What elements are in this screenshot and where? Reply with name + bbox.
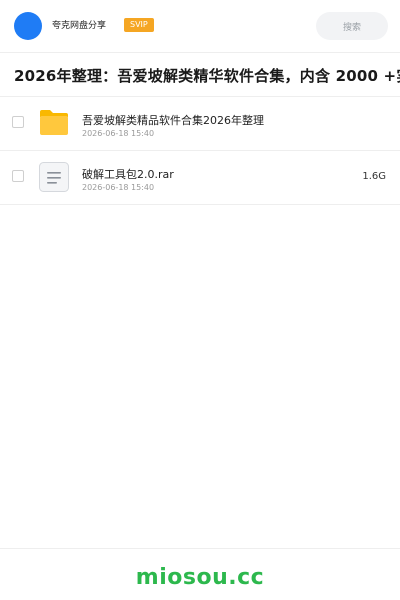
- share-page: 夸克网盘分享 SVIP 搜索 2026年整理：吾爱坡解类精华软件合集，内含 20…: [0, 0, 400, 600]
- file-row-archive[interactable]: 破解工具包2.0.rar 2026-06-18 15:40 1.6G: [0, 151, 400, 205]
- file-checkbox[interactable]: [12, 116, 24, 128]
- file-name: 破解工具包2.0.rar: [82, 168, 174, 181]
- svip-badge: SVIP: [124, 18, 154, 32]
- file-row-folder[interactable]: 吾爱坡解类精品软件合集2026年整理 2026-06-18 15:40: [0, 97, 400, 151]
- page-title: 2026年整理：吾爱坡解类精华软件合集，内含 2000 +实用: [14, 67, 400, 85]
- title-bar: 2026年整理：吾爱坡解类精华软件合集，内含 2000 +实用: [0, 53, 400, 97]
- search-button[interactable]: 搜索: [316, 12, 388, 40]
- search-label: 搜索: [342, 22, 361, 33]
- file-size: 1.6G: [362, 171, 386, 182]
- archive-file-icon: [39, 162, 69, 192]
- file-name: 吾爱坡解类精品软件合集2026年整理: [82, 114, 264, 127]
- file-date: 2026-06-18 15:40: [82, 183, 155, 192]
- file-checkbox[interactable]: [12, 170, 24, 182]
- footer-brand[interactable]: miosou.cc: [0, 565, 400, 590]
- footer: miosou.cc: [0, 548, 400, 600]
- folder-icon: [40, 110, 68, 135]
- sharer-name: 夸克网盘分享: [52, 21, 107, 31]
- file-date: 2026-06-18 15:40: [82, 129, 155, 138]
- avatar[interactable]: [14, 12, 42, 40]
- header: 夸克网盘分享 SVIP 搜索: [0, 0, 400, 53]
